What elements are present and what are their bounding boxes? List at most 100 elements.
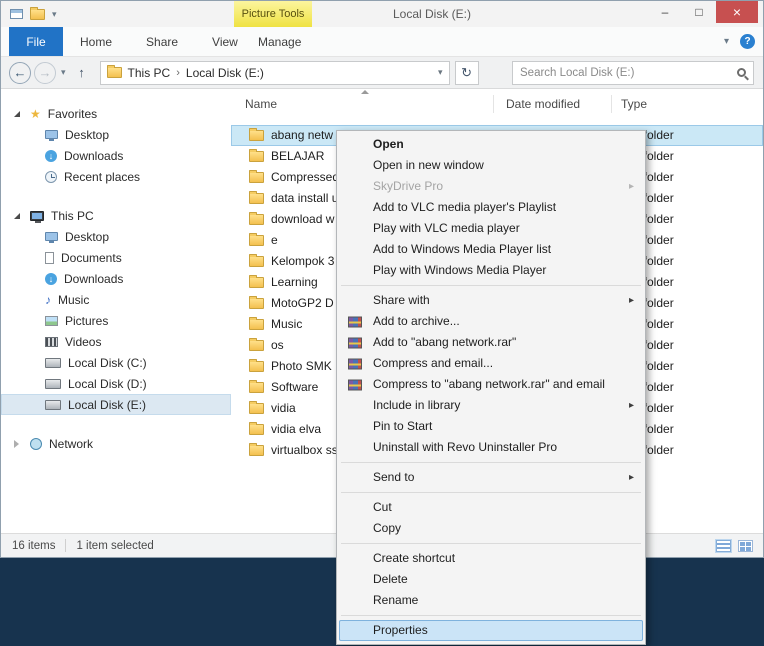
winrar-icon	[348, 337, 362, 348]
sidebar-item-recent-places[interactable]: Recent places	[1, 166, 231, 187]
column-divider[interactable]	[611, 95, 612, 113]
menu-separator	[341, 615, 641, 616]
titlebar[interactable]: ▾ Picture Tools Local Disk (E:) – □ ×	[1, 1, 763, 27]
column-divider[interactable]	[493, 95, 494, 113]
items-count: 16 items	[12, 539, 56, 552]
sidebar-item-videos[interactable]: Videos	[1, 331, 231, 352]
breadcrumb-local-disk-e[interactable]: Local Disk (E:)	[186, 66, 264, 80]
sidebar-item-label: Desktop	[65, 229, 110, 244]
thumbnails-view-icon[interactable]	[738, 539, 753, 552]
picture-tools-contextual-tab[interactable]: Picture Tools	[234, 1, 312, 27]
folder-icon	[249, 191, 264, 204]
folder-icon	[249, 359, 264, 372]
menu-item-include-in-library[interactable]: Include in library ▸	[339, 395, 643, 416]
file-name: vidia	[271, 401, 296, 415]
explorer-window-icon[interactable]	[10, 9, 23, 19]
sidebar-item-documents[interactable]: Documents	[1, 247, 231, 268]
file-name: Music	[271, 317, 303, 331]
menu-item-create-shortcut[interactable]: Create shortcut	[339, 548, 643, 569]
menu-item-compress-to-abang-network-rar-and-email[interactable]: Compress to "abang network.rar" and emai…	[339, 374, 643, 395]
expander-icon[interactable]	[14, 110, 20, 117]
menu-item-label: Play with Windows Media Player	[373, 263, 547, 277]
expander-icon[interactable]	[14, 439, 19, 448]
history-dropdown-icon[interactable]: ▾	[59, 67, 68, 78]
menu-item-label: Rename	[373, 593, 419, 607]
sidebar-header-favorites[interactable]: Favorites	[1, 103, 231, 124]
tab-file[interactable]: File	[9, 27, 63, 56]
menu-item-share-with[interactable]: Share with ▸	[339, 290, 643, 311]
menu-item-rename[interactable]: Rename	[339, 590, 643, 611]
quick-access-folder-icon[interactable]	[30, 6, 45, 20]
sidebar-header-this-pc[interactable]: This PC	[1, 205, 231, 226]
sidebar-item-downloads[interactable]: Downloads	[1, 268, 231, 289]
menu-item-delete[interactable]: Delete	[339, 569, 643, 590]
menu-item-pin-to-start[interactable]: Pin to Start	[339, 416, 643, 437]
menu-item-label: Cut	[373, 500, 392, 514]
expand-ribbon-icon[interactable]: ▾	[724, 36, 729, 47]
breadcrumb-this-pc[interactable]: This PC	[128, 66, 171, 80]
menu-item-label: Compress to "abang network.rar" and emai…	[373, 377, 605, 391]
sidebar-item-music[interactable]: Music	[1, 289, 231, 310]
column-header-date-modified[interactable]: Date modified	[506, 93, 580, 115]
menu-item-add-to-archive[interactable]: Add to archive...	[339, 311, 643, 332]
menu-item-cut[interactable]: Cut	[339, 497, 643, 518]
tab-home[interactable]: Home	[63, 27, 129, 56]
sidebar-item-desktop[interactable]: Desktop	[1, 124, 231, 145]
close-button[interactable]: ×	[716, 1, 758, 23]
address-dropdown-icon[interactable]: ▾	[438, 67, 443, 78]
breadcrumb-separator-icon[interactable]: ›	[176, 67, 180, 79]
file-name: e	[271, 233, 278, 247]
file-name: vidia elva	[271, 422, 322, 436]
menu-item-open[interactable]: Open	[339, 134, 643, 155]
sidebar-item-desktop[interactable]: Desktop	[1, 226, 231, 247]
sidebar-item-pictures[interactable]: Pictures	[1, 310, 231, 331]
refresh-button[interactable]: ↻	[454, 60, 479, 85]
sidebar-section-this-pc: This PC Desktop Documents Downloads Music Pic…	[1, 205, 231, 415]
expander-icon[interactable]	[14, 212, 20, 219]
menu-item-open-in-new-window[interactable]: Open in new window	[339, 155, 643, 176]
qat-dropdown-icon[interactable]: ▾	[52, 9, 57, 20]
menu-item-properties[interactable]: Properties	[339, 620, 643, 641]
folder-icon	[249, 149, 264, 162]
tab-share[interactable]: Share	[129, 27, 195, 56]
file-name: MotoGP2 D	[271, 296, 334, 310]
menu-item-compress-and-email[interactable]: Compress and email...	[339, 353, 643, 374]
folder-icon	[249, 422, 264, 435]
menu-separator	[341, 492, 641, 493]
submenu-arrow-icon: ▸	[628, 400, 634, 411]
menu-item-play-with-windows-media-player[interactable]: Play with Windows Media Player	[339, 260, 643, 281]
breadcrumb[interactable]: This PC › Local Disk (E:) ▾	[99, 60, 450, 85]
menu-item-skydrive-pro: SkyDrive Pro ▸	[339, 176, 643, 197]
video-icon	[45, 336, 58, 347]
sidebar-item-local-disk-c[interactable]: Local Disk (C:)	[1, 352, 231, 373]
sidebar-header-network[interactable]: Network	[1, 433, 231, 454]
search-icon[interactable]	[737, 68, 746, 77]
back-button[interactable]: ←	[9, 61, 31, 84]
help-icon[interactable]: ?	[740, 34, 755, 49]
details-view-icon[interactable]	[716, 539, 731, 552]
column-header-type[interactable]: Type	[621, 93, 647, 115]
minimize-button[interactable]: –	[648, 1, 682, 23]
folder-icon	[249, 443, 264, 456]
sidebar-item-local-disk-e[interactable]: Local Disk (E:)	[1, 394, 231, 415]
menu-item-add-to-windows-media-player-list[interactable]: Add to Windows Media Player list	[339, 239, 643, 260]
search-input[interactable]	[520, 66, 733, 79]
menu-item-add-to-vlc-media-player-s-playlist[interactable]: Add to VLC media player's Playlist	[339, 197, 643, 218]
sidebar-item-label: Desktop	[65, 127, 110, 142]
maximize-button[interactable]: □	[682, 1, 716, 23]
sidebar-item-local-disk-d[interactable]: Local Disk (D:)	[1, 373, 231, 394]
sidebar-item-downloads[interactable]: Downloads	[1, 145, 231, 166]
folder-icon	[249, 128, 264, 141]
up-button[interactable]: ↑	[71, 65, 93, 80]
menu-item-send-to[interactable]: Send to ▸	[339, 467, 643, 488]
folder-icon	[249, 296, 264, 309]
column-header-name[interactable]: Name	[245, 93, 277, 115]
tab-manage[interactable]: Manage	[241, 27, 318, 56]
menu-item-play-with-vlc-media-player[interactable]: Play with VLC media player	[339, 218, 643, 239]
menu-item-uninstall-with-revo-uninstaller-pro[interactable]: Uninstall with Revo Uninstaller Pro	[339, 437, 643, 458]
menu-item-add-to-abang-network-rar[interactable]: Add to "abang network.rar"	[339, 332, 643, 353]
menu-item-copy[interactable]: Copy	[339, 518, 643, 539]
forward-button[interactable]: →	[34, 61, 56, 84]
menu-item-label: Open in new window	[373, 158, 484, 172]
sidebar-section-label: Network	[49, 436, 94, 451]
